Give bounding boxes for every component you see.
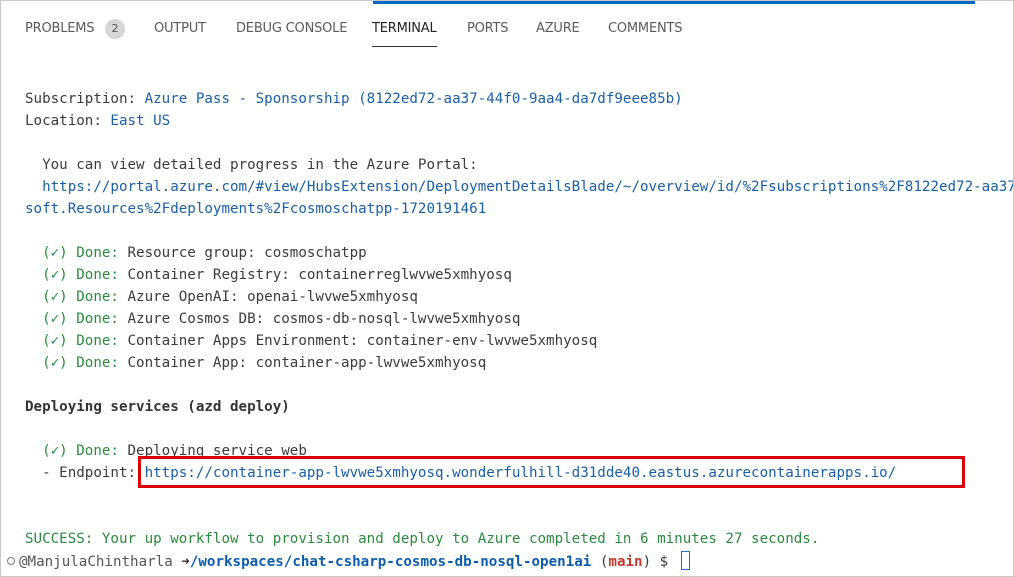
done-item: (✓) Done: Container App: container-app-l… xyxy=(25,353,486,373)
subscription-line: Subscription: Azure Pass - Sponsorship (… xyxy=(25,89,683,109)
prompt-status-circle-icon xyxy=(7,557,15,565)
done-check: (✓) Done: xyxy=(25,443,119,459)
done-check: (✓) Done: xyxy=(25,333,119,349)
prompt-arrow-icon: ➜ xyxy=(181,554,190,570)
prompt-path: /workspaces/chat-csharp-cosmos-db-nosql-… xyxy=(189,554,592,570)
done-item: (✓) Done: Resource group: cosmoschatpp xyxy=(25,243,367,263)
location-line: Location: East US xyxy=(25,111,170,131)
done-check: (✓) Done: xyxy=(25,289,119,305)
subscription-value: Azure Pass - Sponsorship (8122ed72-aa37-… xyxy=(144,91,683,107)
done-item: (✓) Done: Container Apps Environment: co… xyxy=(25,331,597,351)
terminal-output[interactable]: Subscription: Azure Pass - Sponsorship (… xyxy=(1,1,1013,576)
done-item-text: Container App: container-app-lwvwe5xmhyo… xyxy=(118,355,487,371)
endpoint-label: - Endpoint: xyxy=(25,465,145,481)
success-message: SUCCESS: Your up workflow to provision a… xyxy=(25,531,820,547)
endpoint-highlight-box xyxy=(138,456,965,488)
done-item: (✓) Done: Container Registry: containerr… xyxy=(25,265,512,285)
terminal-cursor[interactable] xyxy=(680,551,690,570)
done-check: (✓) Done: xyxy=(25,267,119,283)
prompt-user: @ManjulaChintharla xyxy=(19,554,182,570)
subscription-label: Subscription: xyxy=(25,91,145,107)
done-check: (✓) Done: xyxy=(25,245,119,261)
prompt-branch: main xyxy=(608,554,643,570)
done-item-text: Container Apps Environment: container-en… xyxy=(118,333,598,349)
progress-text: You can view detailed progress in the Az… xyxy=(25,157,478,173)
prompt-branch-open: ( xyxy=(591,554,609,570)
done-item-text: Container Registry: containerreglwvwe5xm… xyxy=(118,267,512,283)
vscode-panel: PROBLEMS 2 OUTPUT DEBUG CONSOLE TERMINAL… xyxy=(0,0,1014,577)
done-item-text: Azure Cosmos DB: cosmos-db-nosql-lwvwe5x… xyxy=(118,311,521,327)
done-item-text: Resource group: cosmoschatpp xyxy=(118,245,367,261)
done-item: (✓) Done: Azure OpenAI: openai-lwvwe5xmh… xyxy=(25,287,418,307)
location-value: East US xyxy=(110,113,171,129)
prompt-line: @ManjulaChintharla ➜/workspaces/chat-csh… xyxy=(7,551,690,572)
done-check: (✓) Done: xyxy=(25,311,119,327)
location-label: Location: xyxy=(25,113,111,129)
deploying-header: Deploying services (azd deploy) xyxy=(25,399,290,415)
done-item: (✓) Done: Azure Cosmos DB: cosmos-db-nos… xyxy=(25,309,520,329)
done-item-text: Azure OpenAI: openai-lwvwe5xmhyosq xyxy=(118,289,418,305)
portal-url-line-1[interactable]: https://portal.azure.com/#view/HubsExten… xyxy=(25,177,1013,197)
done-check: (✓) Done: xyxy=(25,355,119,371)
prompt-branch-close: ) $ xyxy=(642,554,677,570)
portal-url-line-2[interactable]: soft.Resources%2Fdeployments%2Fcosmoscha… xyxy=(25,199,486,219)
